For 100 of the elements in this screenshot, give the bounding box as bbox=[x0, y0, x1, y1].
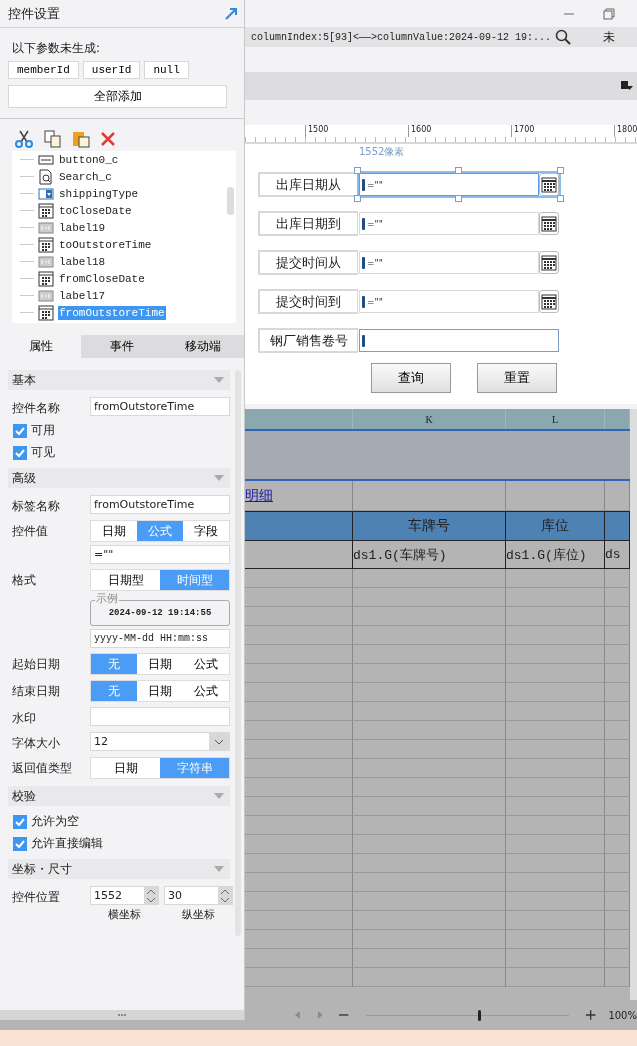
property-label: 控件位置 bbox=[11, 889, 61, 906]
tab[interactable]: 移动端 bbox=[162, 335, 244, 358]
selection-frame[interactable] bbox=[357, 171, 561, 198]
calendar-button[interactable] bbox=[539, 251, 559, 274]
section-bar[interactable]: 坐标・尺寸 bbox=[8, 859, 230, 879]
table-header-cell: 车牌号 bbox=[353, 511, 506, 541]
form-button[interactable]: 查询 bbox=[371, 363, 451, 393]
number-spinner[interactable]: 1552 bbox=[90, 886, 159, 905]
tree-item[interactable]: toCloseDate bbox=[58, 203, 133, 218]
ruler-label: 1500 bbox=[305, 125, 408, 137]
delete-icon[interactable] bbox=[100, 131, 116, 147]
dropdown-menu-icon[interactable] bbox=[621, 81, 633, 91]
property-label: 控件值 bbox=[11, 523, 49, 540]
spinner-arrows-icon[interactable] bbox=[218, 887, 232, 904]
tree-item[interactable]: label17 bbox=[58, 288, 107, 303]
restore-icon[interactable] bbox=[603, 7, 615, 20]
tree-item[interactable]: fromCloseDate bbox=[58, 271, 146, 286]
tab[interactable]: 事件 bbox=[81, 335, 163, 358]
text-field[interactable] bbox=[90, 707, 230, 726]
dropdown-value: 12 bbox=[94, 735, 108, 748]
resize-handle[interactable] bbox=[354, 195, 361, 202]
resize-handle[interactable] bbox=[557, 167, 564, 174]
checkbox[interactable] bbox=[13, 836, 27, 851]
example-legend: 示例 bbox=[95, 593, 119, 604]
number-spinner[interactable]: 30 bbox=[164, 886, 233, 905]
vertical-scrollbar[interactable] bbox=[630, 409, 637, 1000]
checkbox-label: 允许为空 bbox=[31, 813, 79, 830]
section-title: 校验 bbox=[12, 787, 36, 805]
tree-item[interactable]: shippingType bbox=[58, 186, 140, 201]
checkbox[interactable] bbox=[13, 814, 27, 829]
login-status[interactable]: 未 bbox=[603, 28, 616, 46]
text-field[interactable]: fromOutstoreTime bbox=[90, 495, 230, 514]
collapse-arrow-icon[interactable] bbox=[214, 866, 224, 872]
property-label: 字体大小 bbox=[11, 735, 61, 752]
text-field[interactable]: ="" bbox=[90, 545, 230, 564]
collapse-arrow-icon[interactable] bbox=[214, 475, 224, 481]
resize-handle[interactable] bbox=[557, 195, 564, 202]
tree-item[interactable]: label19 bbox=[58, 220, 107, 235]
slider-thumb[interactable] bbox=[477, 1009, 481, 1021]
dropdown[interactable]: 12 bbox=[90, 732, 230, 751]
checkbox-label: 允许直接编辑 bbox=[31, 835, 103, 852]
zoom-in-icon[interactable] bbox=[585, 1009, 597, 1021]
combo-box-icon bbox=[38, 185, 54, 202]
calendar-button[interactable] bbox=[539, 212, 559, 235]
text-field[interactable]: yyyy-MM-dd HH:mm:ss bbox=[90, 629, 230, 648]
position-marker: 1552像素 bbox=[359, 145, 405, 159]
copy-icon[interactable] bbox=[44, 130, 62, 148]
tree-item[interactable]: button0_c bbox=[58, 152, 120, 167]
form-button[interactable]: 重置 bbox=[477, 363, 557, 393]
resize-handle[interactable] bbox=[455, 195, 462, 202]
section-bar[interactable]: 校验 bbox=[8, 786, 230, 806]
form-label: 出库日期到 bbox=[258, 211, 358, 236]
collapse-arrow-icon[interactable] bbox=[214, 793, 224, 799]
zoom-level: 100% bbox=[608, 1009, 637, 1021]
property-label: 返回值类型 bbox=[11, 760, 73, 777]
cut-icon[interactable] bbox=[14, 130, 34, 148]
calendar-icon bbox=[38, 236, 54, 253]
scroll-right-icon[interactable] bbox=[316, 1011, 323, 1019]
calendar-button[interactable] bbox=[539, 290, 559, 313]
input-field[interactable] bbox=[359, 329, 559, 352]
link[interactable]: 明细 bbox=[245, 486, 273, 505]
property-label: 格式 bbox=[11, 572, 37, 589]
param-button[interactable]: userId bbox=[82, 61, 141, 79]
expand-arrow-icon[interactable] bbox=[224, 6, 238, 21]
property-label: 结束日期 bbox=[11, 683, 61, 700]
collapse-arrow-icon[interactable] bbox=[214, 377, 224, 383]
param-button[interactable]: null bbox=[144, 61, 189, 79]
panel-title: 控件设置 bbox=[8, 4, 60, 23]
scroll-left-icon[interactable] bbox=[295, 1011, 301, 1019]
tree-item[interactable]: label18 bbox=[58, 254, 107, 269]
label-icon bbox=[38, 287, 54, 304]
add-all-button[interactable]: 全部添加 bbox=[8, 85, 227, 108]
column-header[interactable]: L bbox=[506, 409, 605, 429]
param-button[interactable]: memberId bbox=[8, 61, 79, 79]
tree-item[interactable]: toOutstoreTime bbox=[58, 237, 153, 252]
column-header[interactable]: K bbox=[353, 409, 506, 429]
input-field[interactable]: ="" bbox=[359, 173, 539, 196]
search-document-icon bbox=[38, 168, 54, 185]
calendar-icon bbox=[38, 270, 54, 287]
resize-grip[interactable] bbox=[0, 1010, 244, 1020]
input-field[interactable]: ="" bbox=[359, 251, 539, 274]
spinner-caption: 纵坐标 bbox=[182, 907, 215, 922]
search-icon[interactable] bbox=[555, 29, 572, 45]
section-bar[interactable]: 高级 bbox=[8, 468, 230, 488]
status-text: columnIndex:5[93]<——>columnValue:2024-09-12 19:... bbox=[251, 31, 552, 43]
text-field[interactable]: fromOutstoreTime bbox=[90, 397, 230, 416]
scrollbar-thumb[interactable] bbox=[227, 187, 234, 215]
checkbox[interactable] bbox=[13, 445, 27, 460]
resize-handle[interactable] bbox=[455, 167, 462, 174]
spinner-arrows-icon[interactable] bbox=[144, 887, 158, 904]
chevron-down-icon[interactable] bbox=[209, 733, 229, 750]
section-bar[interactable]: 基本 bbox=[8, 370, 230, 390]
calendar-button[interactable] bbox=[539, 173, 559, 196]
resize-handle[interactable] bbox=[354, 167, 361, 174]
input-field[interactable]: ="" bbox=[359, 212, 539, 235]
paste-icon[interactable] bbox=[72, 130, 90, 148]
tree-item[interactable]: Search_c bbox=[58, 169, 113, 184]
section-title: 坐标・尺寸 bbox=[12, 860, 72, 878]
checkbox[interactable] bbox=[13, 423, 27, 438]
input-field[interactable]: ="" bbox=[359, 290, 539, 313]
